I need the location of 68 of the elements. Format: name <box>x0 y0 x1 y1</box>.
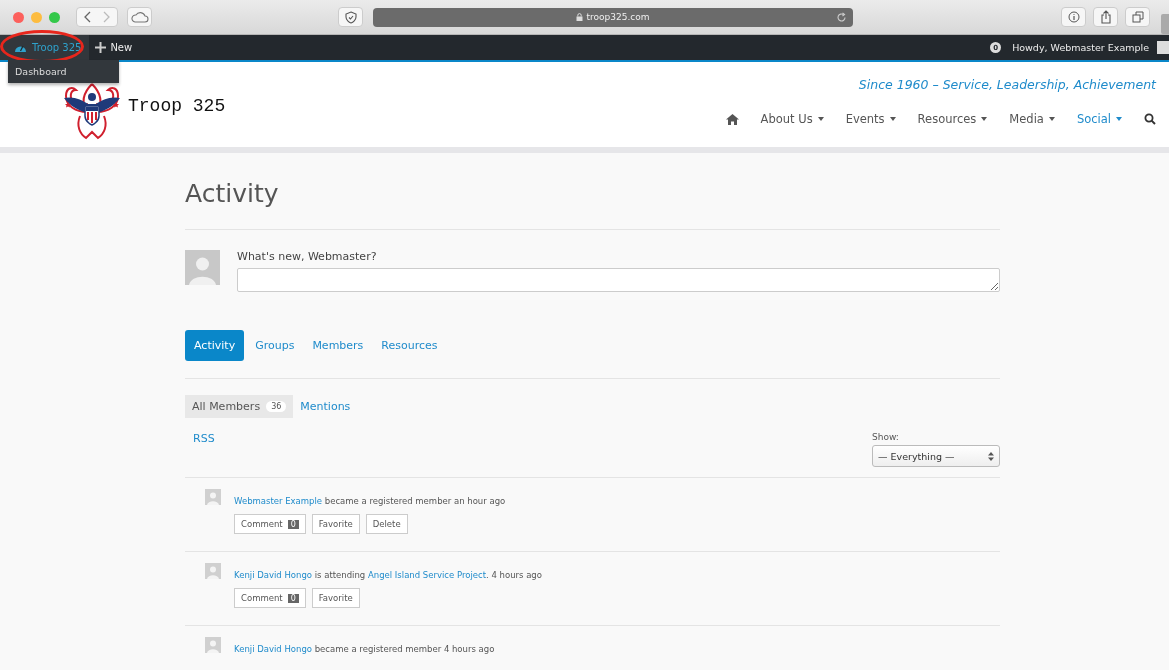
post-prompt: What's new, Webmaster? <box>237 250 378 263</box>
reload-icon[interactable] <box>836 11 847 23</box>
site-tagline: Since 1960 – Service, Leadership, Achievement <box>858 77 1156 92</box>
activity-link[interactable]: Kenji David Hongo <box>234 644 312 654</box>
shield-icon <box>344 10 357 24</box>
activity-text: Kenji David Hongo became a registered member 4 hours ago <box>234 644 495 654</box>
activity-link[interactable]: Webmaster Example <box>234 496 323 506</box>
show-label: Show: <box>872 432 900 442</box>
nav-menu-item[interactable]: About Us <box>760 112 824 126</box>
url-text: troop325.com <box>586 12 650 22</box>
nav-menu-item[interactable]: Resources <box>917 112 988 126</box>
site-title[interactable]: Troop 325 <box>128 95 226 116</box>
tab[interactable]: Resources <box>372 330 447 361</box>
nav-menu-item[interactable]: Media <box>1009 112 1055 126</box>
info-icon <box>1067 11 1080 23</box>
home-icon[interactable] <box>725 113 739 125</box>
activity-button[interactable]: Comment 0 <box>234 588 306 608</box>
caret-icon <box>981 117 988 121</box>
search-icon[interactable] <box>1144 113 1156 125</box>
nav-menu-item[interactable]: Social <box>1076 112 1122 126</box>
rss-link[interactable]: RSS <box>193 432 215 477</box>
tabs-button[interactable] <box>1125 7 1150 27</box>
show-select[interactable]: — Everything — <box>872 445 1000 467</box>
activity-text: Webmaster Example became a registered member an hour ago <box>234 496 506 506</box>
caret-icon <box>817 117 824 121</box>
address-bar[interactable]: troop325.com <box>373 7 853 27</box>
tab[interactable]: Members <box>303 330 373 361</box>
activity-button[interactable]: Favorite <box>311 514 360 534</box>
lock-icon <box>576 13 584 21</box>
shield-button[interactable] <box>338 7 363 27</box>
zoom-icon[interactable] <box>49 11 60 23</box>
avatar-icon <box>205 489 221 505</box>
activity-text: Kenji David Hongo is attending Angel Island Service Project. 4 hours ago <box>234 570 542 580</box>
new-link[interactable]: New <box>95 42 133 53</box>
count-badge: 0 <box>287 519 299 529</box>
activity-button[interactable]: Delete <box>365 514 408 534</box>
account-link[interactable]: Howdy, Webmaster Example <box>1012 42 1149 53</box>
activity-button[interactable]: Comment 0 <box>234 514 306 534</box>
info-button[interactable] <box>1061 7 1086 27</box>
close-icon[interactable] <box>13 11 24 23</box>
menu-item[interactable]: Dashboard <box>8 66 67 77</box>
caret-icon <box>889 117 896 121</box>
plus-icon <box>95 42 107 53</box>
user-avatar <box>1157 41 1169 54</box>
activity-button[interactable]: Favorite <box>311 588 360 608</box>
tabs-icon <box>1131 11 1144 23</box>
cloud-icon <box>130 11 149 23</box>
avatar-icon <box>205 637 221 653</box>
forward-icon[interactable] <box>101 11 111 23</box>
share-icon <box>1099 10 1112 24</box>
cloud-button[interactable] <box>127 7 152 27</box>
page-title: Activity <box>185 179 280 210</box>
back-icon[interactable] <box>83 11 93 23</box>
share-button[interactable] <box>1093 7 1118 27</box>
avatar-icon <box>205 563 221 579</box>
caret-icon <box>1048 117 1055 121</box>
nav-menu-item[interactable]: Events <box>845 112 896 126</box>
tab[interactable]: Activity <box>185 330 245 361</box>
avatar-icon <box>185 250 220 285</box>
filter-tab[interactable]: Mentions <box>293 395 358 418</box>
tab[interactable]: Groups <box>246 330 304 361</box>
site-menu-link[interactable]: Troop 325 <box>0 35 90 60</box>
activity-link[interactable]: Kenji David Hongo <box>234 570 312 580</box>
count-badge: 36 <box>266 401 287 412</box>
caret-icon <box>1116 117 1122 121</box>
count-badge: 0 <box>287 593 299 603</box>
updown-icon <box>988 451 994 461</box>
filter-tab[interactable]: All Members 36 <box>185 395 294 418</box>
